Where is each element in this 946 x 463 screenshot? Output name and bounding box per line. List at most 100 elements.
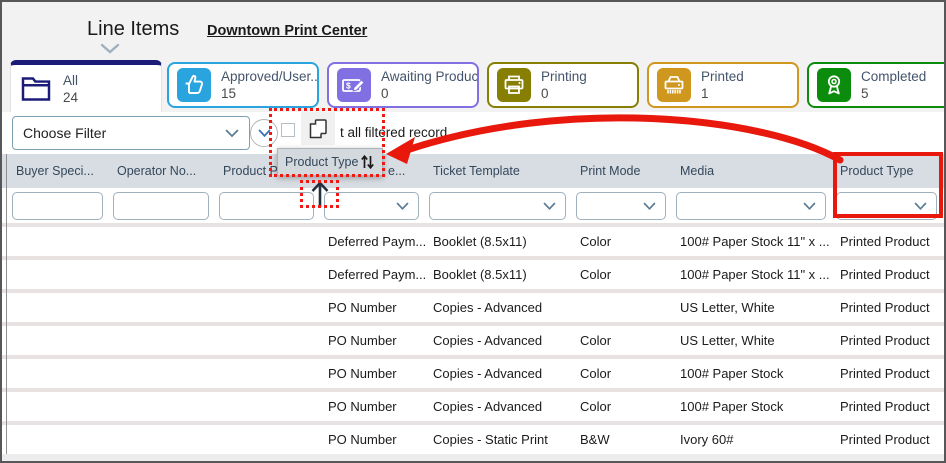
arrow-up-icon: [307, 180, 333, 213]
tab-count: 1: [701, 85, 744, 102]
copy-button[interactable]: [301, 112, 335, 145]
tab-count: 5: [861, 85, 926, 102]
table-cell: Color: [572, 359, 672, 388]
table-cell: Printed Product: [832, 227, 943, 256]
column-header-product-type[interactable]: Product Type: [832, 154, 943, 188]
table-row[interactable]: Deferred Paym...Booklet (8.5x11)Color100…: [2, 256, 946, 289]
tab-label: Awaiting Produc...: [381, 68, 477, 85]
column-filter-input[interactable]: [219, 192, 314, 220]
table-cell: Color: [572, 326, 672, 355]
tab-count: 15: [221, 85, 317, 102]
column-filter-select[interactable]: [429, 192, 566, 220]
column-filter-input[interactable]: [12, 192, 103, 220]
dragged-column-header[interactable]: Product Type: [277, 148, 383, 176]
table-filter-row: [2, 188, 946, 223]
table-row[interactable]: PO NumberCopies - AdvancedColor100# Pape…: [2, 355, 946, 388]
column-filter-input[interactable]: [113, 192, 209, 220]
printer-icon: [497, 68, 531, 102]
line-items-window: Line Items Downtown Print Center All24Ap…: [0, 0, 946, 463]
chevron-down-icon: [225, 129, 239, 138]
table-cell: PO Number: [320, 425, 425, 454]
folder-icon: [19, 72, 53, 106]
column-header-operator-no[interactable]: Operator No...: [109, 154, 215, 188]
chevron-down-icon: [258, 129, 271, 138]
medal-icon: [817, 68, 851, 102]
table-cell: PO Number: [320, 359, 425, 388]
tab-all[interactable]: All24: [10, 60, 162, 112]
table-cell: Booklet (8.5x11): [425, 227, 572, 256]
table-cell: Color: [572, 227, 672, 256]
table-cell: Copies - Advanced: [425, 326, 572, 355]
table-cell: Copies - Advanced: [425, 392, 572, 421]
invoice-icon: $: [337, 68, 371, 102]
column-header-media[interactable]: Media: [672, 154, 832, 188]
choose-filter-value: Choose Filter: [23, 125, 106, 141]
expand-filters-button[interactable]: [250, 119, 278, 147]
print-center-link[interactable]: Downtown Print Center: [207, 23, 367, 39]
svg-text:$: $: [346, 81, 351, 91]
table-cell: 100# Paper Stock: [672, 392, 832, 421]
table-cell: Deferred Paym...: [320, 260, 425, 289]
table-left-border: [6, 154, 7, 454]
table-row[interactable]: PO NumberCopies - AdvancedColor100# Pape…: [2, 388, 946, 421]
table-cell: Copies - Static Print: [425, 425, 572, 454]
table-body: Deferred Paym...Booklet (8.5x11)Color100…: [2, 223, 946, 454]
table-cell: PO Number: [320, 326, 425, 355]
table-cell: Color: [572, 392, 672, 421]
table-cell: Printed Product: [832, 326, 943, 355]
tab-approved-user[interactable]: Approved/User...15: [167, 62, 319, 108]
dragged-column-label: Product Type: [285, 155, 358, 169]
table-cell: Copies - Advanced: [425, 293, 572, 322]
tab-count: 0: [541, 85, 587, 102]
table-cell: Printed Product: [832, 359, 943, 388]
tab-count: 24: [63, 89, 78, 106]
table-cell: Copies - Advanced: [425, 359, 572, 388]
column-filter-select[interactable]: [324, 192, 419, 220]
tab-printing[interactable]: Printing0: [487, 62, 639, 108]
table-cell: Printed Product: [832, 425, 943, 454]
column-header-ticket-template[interactable]: Ticket Template: [425, 154, 572, 188]
tab-label: Printing: [541, 68, 587, 85]
table-cell: US Letter, White: [672, 293, 832, 322]
table-cell: Color: [572, 260, 672, 289]
column-filter-select[interactable]: [676, 192, 826, 220]
select-all-checkbox[interactable]: [281, 123, 295, 137]
column-header-print-mode[interactable]: Print Mode: [572, 154, 672, 188]
table-cell: Printed Product: [832, 260, 943, 289]
column-header-buyer-speci[interactable]: Buyer Speci...: [8, 154, 109, 188]
tab-label: Approved/User...: [221, 68, 317, 85]
table-cell: US Letter, White: [672, 326, 832, 355]
copy-icon: [308, 118, 328, 140]
printed-icon: [657, 68, 691, 102]
choose-filter-select[interactable]: Choose Filter: [12, 116, 250, 150]
column-filter-select[interactable]: [576, 192, 666, 220]
page-title: Line Items: [87, 18, 179, 41]
thumbs-up-icon: [177, 68, 211, 102]
select-all-label: t all filtered record.: [340, 125, 451, 140]
table-cell: 100# Paper Stock: [672, 359, 832, 388]
table-row[interactable]: PO NumberCopies - Static PrintB&WIvory 6…: [2, 421, 946, 454]
move-vertical-icon: [360, 154, 375, 170]
table-row[interactable]: PO NumberCopies - AdvancedColorUS Letter…: [2, 322, 946, 355]
table-cell: 100# Paper Stock 11" x ...: [672, 260, 832, 289]
table-row[interactable]: PO NumberCopies - Advanced US Letter, Whi…: [2, 289, 946, 322]
tab-label: Printed: [701, 68, 744, 85]
tab-printed[interactable]: Printed1: [647, 62, 799, 108]
tab-count: 0: [381, 85, 477, 102]
bottom-strip: [2, 454, 946, 463]
tab-completed[interactable]: Completed5: [807, 62, 946, 108]
table-cell: 100# Paper Stock 11" x ...: [672, 227, 832, 256]
table-cell: B&W: [572, 425, 672, 454]
table-cell: Printed Product: [832, 293, 943, 322]
table-cell: Booklet (8.5x11): [425, 260, 572, 289]
table-cell: Deferred Paym...: [320, 227, 425, 256]
chevron-down-icon[interactable]: [100, 42, 120, 60]
table-cell: Printed Product: [832, 392, 943, 421]
tab-label: All: [63, 72, 78, 89]
table-cell: Ivory 60#: [672, 425, 832, 454]
table-row[interactable]: Deferred Paym...Booklet (8.5x11)Color100…: [2, 223, 946, 256]
tab-awaiting-produc[interactable]: $ Awaiting Produc...0: [327, 62, 479, 108]
table-cell: PO Number: [320, 293, 425, 322]
table-cell: PO Number: [320, 392, 425, 421]
column-filter-select[interactable]: [836, 192, 937, 220]
